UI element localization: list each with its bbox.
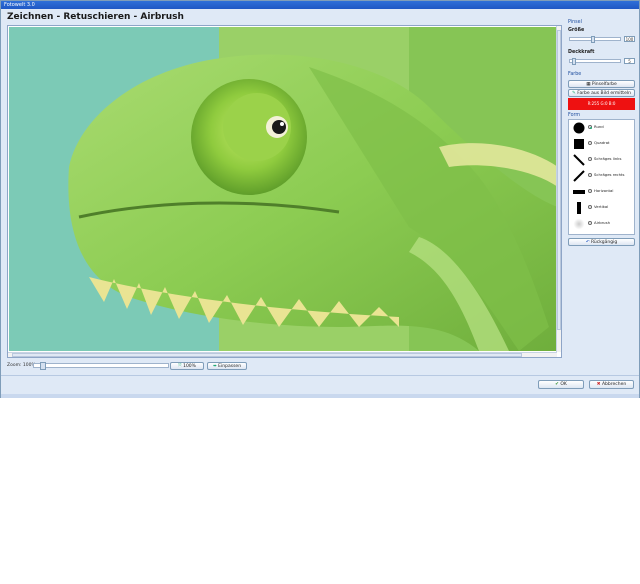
fit-button[interactable]: ⬌ Einpassen — [207, 362, 247, 370]
shape-option-vertikal[interactable]: Vertikal — [571, 201, 634, 215]
shape-label-vertikal: Vertikal — [594, 204, 609, 209]
chameleon-image — [9, 27, 558, 351]
fit-icon: ⬌ — [212, 364, 217, 369]
zoom-100-label: 100% — [183, 364, 196, 369]
horizontal-scroll-thumb[interactable] — [12, 353, 522, 357]
zoom-label: Zoom: 100% — [7, 363, 36, 368]
undo-label: Rückgängig — [590, 240, 618, 245]
shape-option-quadrat[interactable]: Quadrat — [571, 137, 634, 151]
shape-label-quadrat: Quadrat — [594, 140, 610, 145]
brush-color-label: Pinselfarbe — [591, 82, 617, 87]
size-slider[interactable] — [569, 36, 621, 43]
ok-button[interactable]: ✔ OK — [538, 380, 584, 389]
shape-option-airbrush[interactable]: Airbrush — [571, 217, 634, 231]
brush-section-title: Pinsel — [568, 20, 582, 25]
horizontal-scrollbar[interactable] — [8, 352, 557, 357]
diagonal-left-brush-icon — [573, 154, 585, 166]
footer-strip — [1, 394, 639, 398]
shape-radio-vertikal[interactable] — [588, 205, 592, 209]
pick-color-from-image-button[interactable]: ✎ Farbe aus Bild ermitteln — [568, 89, 635, 97]
shape-radio-schraeg-rechts[interactable] — [588, 173, 592, 177]
color-section-title: Farbe — [568, 72, 582, 77]
size-value-field[interactable]: 100 — [624, 36, 635, 42]
shape-option-rund[interactable]: Rund — [571, 121, 634, 135]
shape-option-horizontal[interactable]: Horizontal — [571, 185, 634, 199]
circle-brush-icon — [573, 122, 585, 134]
opacity-slider[interactable] — [569, 58, 621, 65]
editor-window: Fotowelt 3.0 Zeichnen - Retuschieren - A… — [0, 0, 640, 398]
ok-label: OK — [560, 382, 567, 387]
shape-radio-rund[interactable] — [588, 125, 592, 129]
chameleon-photo[interactable] — [9, 27, 558, 351]
undo-button[interactable]: ↶ Rückgängig — [568, 238, 635, 246]
shape-label-schraeg-rechts: Schräges rechts — [594, 172, 625, 177]
vertical-scrollbar[interactable] — [556, 26, 561, 352]
shape-label-horizontal: Horizontal — [594, 188, 614, 193]
cancel-icon: ✖ — [596, 382, 601, 387]
pick-color-label: Farbe aus Bild ermitteln — [577, 91, 631, 96]
zoom-100-icon: ⤧ — [178, 364, 182, 369]
shape-label-schraeg-links: Schräges links — [594, 156, 622, 161]
zoom-bar: Zoom: 100% ⤧ 100% ⬌ Einpassen — [7, 361, 562, 371]
vertical-brush-icon — [577, 202, 581, 214]
shape-radio-schraeg-links[interactable] — [588, 157, 592, 161]
vertical-scroll-thumb[interactable] — [557, 30, 561, 330]
zoom-slider[interactable] — [33, 362, 169, 370]
shape-label-rund: Rund — [594, 124, 604, 129]
cancel-label: Abbrechen — [601, 382, 627, 387]
current-color-swatch[interactable]: R:255 G:0 B:0 — [568, 98, 635, 110]
horizontal-brush-icon — [573, 190, 585, 194]
zoom-100-button[interactable]: ⤧ 100% — [170, 362, 204, 370]
image-canvas[interactable] — [7, 25, 562, 358]
shape-list: Rund Quadrat Schräges links Schräges rec… — [568, 119, 635, 235]
size-label: Größe — [568, 28, 585, 33]
size-slider-knob[interactable] — [591, 36, 595, 43]
shape-option-schraeg-links[interactable]: Schräges links — [571, 153, 634, 167]
shape-radio-airbrush[interactable] — [588, 221, 592, 225]
fit-label: Einpassen — [218, 364, 242, 369]
tool-panel: Pinsel Größe 100 Deckkraft 5 Farbe ▦ Pin… — [565, 18, 637, 358]
square-brush-icon — [574, 139, 584, 149]
separator — [1, 375, 639, 376]
checkmark-icon: ✔ — [555, 382, 559, 387]
diagonal-right-brush-icon — [573, 170, 585, 182]
cancel-button[interactable]: ✖ Abbrechen — [589, 380, 634, 389]
eyedropper-icon: ✎ — [572, 91, 576, 96]
shape-option-schraeg-rechts[interactable]: Schräges rechts — [571, 169, 634, 183]
shape-radio-quadrat[interactable] — [588, 141, 592, 145]
title-bar: Fotowelt 3.0 — [1, 1, 639, 9]
shape-radio-horizontal[interactable] — [588, 189, 592, 193]
page-title: Zeichnen - Retuschieren - Airbrush — [7, 12, 184, 22]
opacity-value-field[interactable]: 5 — [624, 58, 635, 64]
brush-color-button[interactable]: ▦ Pinselfarbe — [568, 80, 635, 88]
shape-section-title: Form — [568, 113, 581, 118]
palette-icon: ▦ — [586, 82, 591, 87]
airbrush-icon — [573, 218, 585, 230]
zoom-slider-knob[interactable] — [40, 362, 46, 370]
opacity-label: Deckkraft — [568, 50, 595, 55]
shape-label-airbrush: Airbrush — [594, 220, 610, 225]
undo-icon: ↶ — [585, 240, 590, 245]
opacity-slider-knob[interactable] — [572, 58, 576, 65]
